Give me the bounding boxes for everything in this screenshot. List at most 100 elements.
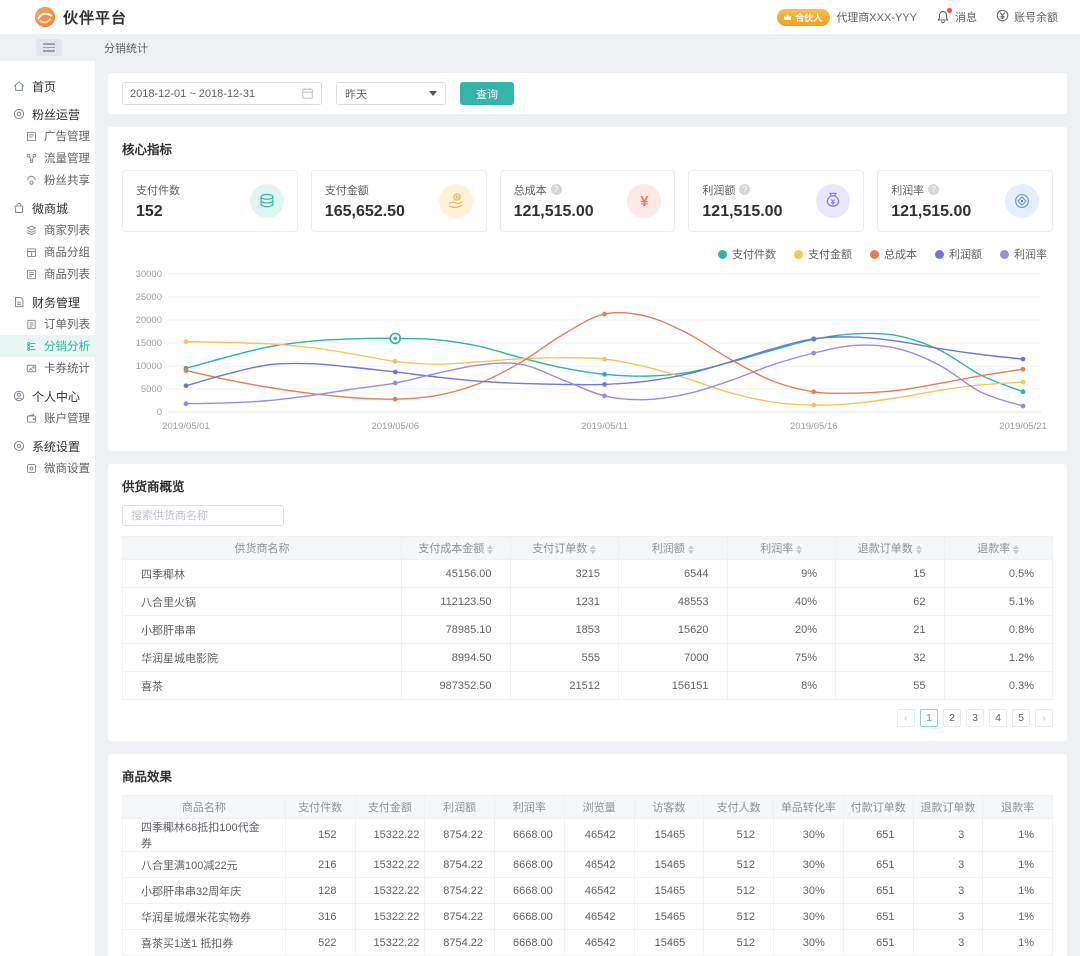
sidebar-collapse-button[interactable] <box>36 39 62 56</box>
legend-item-3[interactable]: 利润额 <box>935 246 982 262</box>
table-cell: 15322.22 <box>354 903 426 930</box>
chart-legend: 支付件数 支付金额 总成本 利润额 利润率 <box>122 246 1053 262</box>
table-cell: 46542 <box>563 903 635 930</box>
table-cell: 1% <box>982 903 1053 930</box>
stat-card-target: 利润率? 121,515.00 <box>877 170 1053 232</box>
table-cell: 8754.22 <box>424 877 495 904</box>
row-name-cell: 八合里火锅 <box>122 587 402 616</box>
table-cell: 651 <box>842 903 914 930</box>
table-cell: 46542 <box>563 818 635 852</box>
table-cell: 1% <box>982 929 1053 956</box>
sidebar-item-label: 商品分组 <box>44 247 90 259</box>
table-header-cell: 浏览量 <box>563 795 635 819</box>
table-header-cell[interactable]: 利润额 <box>618 536 728 560</box>
table-cell: 15322.22 <box>354 851 426 878</box>
sidebar-item-shop-settings[interactable]: 微商设置 <box>0 457 95 479</box>
page-number-4[interactable]: 4 <box>989 709 1007 727</box>
help-icon[interactable]: ? <box>928 184 940 195</box>
sort-icon[interactable] <box>1013 544 1020 554</box>
sidebar-item-orders[interactable]: 订单列表 <box>0 313 95 335</box>
sidebar-item-groups[interactable]: 商品分组 <box>0 241 95 263</box>
line-chart[interactable]: 0 5000 10000 15000 20000 25000 30000 2019/05/01… <box>122 266 1051 436</box>
quick-date-select[interactable]: 昨天 <box>336 82 446 105</box>
legend-item-1[interactable]: 支付金额 <box>794 246 852 262</box>
sort-icon[interactable] <box>915 544 922 554</box>
table-cell: 45156.00 <box>401 559 511 588</box>
sidebar-item-fans[interactable]: 粉丝运营 <box>0 103 95 125</box>
sidebar-item-finance[interactable]: 财务管理 <box>0 291 95 313</box>
stat-label: 利润率 <box>891 184 925 197</box>
page-prev[interactable]: ‹ <box>897 709 915 727</box>
sidebar-item-label: 财务管理 <box>32 295 81 310</box>
legend-item-2[interactable]: 总成本 <box>870 246 917 262</box>
partner-badge: 合伙人 <box>777 8 831 26</box>
date-range-value[interactable] <box>130 87 295 100</box>
agent-name: 代理商XXX-YYY <box>836 12 917 24</box>
sidebar-item-home[interactable]: 首页 <box>0 75 95 97</box>
legend-dot <box>870 249 879 259</box>
date-range-input[interactable] <box>122 82 322 105</box>
table-cell: 3 <box>912 903 984 930</box>
main-content: 昨天 查询 核心指标 支付件数152支付金额165,652.50总成本?121,… <box>95 61 1080 956</box>
settings-icon <box>12 439 26 453</box>
legend-item-4[interactable]: 利润率 <box>1000 246 1047 262</box>
help-icon[interactable]: ? <box>739 184 751 195</box>
sort-icon[interactable] <box>590 544 597 554</box>
stat-value: 165,652.50 <box>324 202 405 220</box>
supplier-search-input[interactable] <box>122 505 284 526</box>
sidebar-item-traffic[interactable]: 流量管理 <box>0 147 95 169</box>
table-cell: 1.2% <box>943 643 1053 672</box>
page-number-1[interactable]: 1 <box>920 709 938 727</box>
table-cell: 8754.22 <box>424 903 495 930</box>
page-next[interactable]: › <box>1035 709 1053 727</box>
legend-item-0[interactable]: 支付件数 <box>718 246 776 262</box>
table-cell: 512 <box>703 903 774 930</box>
yen-icon: ¥ <box>627 184 662 218</box>
sort-icon[interactable] <box>796 544 803 554</box>
hand-coin-icon <box>438 184 473 218</box>
agent-account[interactable]: 合伙人 代理商XXX-YYY <box>777 8 917 26</box>
table-header-cell[interactable]: 支付成本金额 <box>401 536 511 560</box>
sidebar-item-label: 微商设置 <box>44 463 90 475</box>
table-header-cell[interactable]: 退款订单数 <box>835 536 945 560</box>
help-icon[interactable]: ? <box>550 184 562 195</box>
crown-icon <box>784 14 792 20</box>
sidebar-item-wallet[interactable]: 账户管理 <box>0 407 95 429</box>
page-number-3[interactable]: 3 <box>966 709 984 727</box>
table-header-cell: 退款率 <box>982 795 1053 819</box>
table-header-cell[interactable]: 支付订单数 <box>509 536 619 560</box>
sidebar-item-mall[interactable]: 微商城 <box>0 197 95 219</box>
sidebar-item-share[interactable]: 粉丝共享 <box>0 169 95 191</box>
query-button[interactable]: 查询 <box>460 82 514 105</box>
row-name-cell: 八合里满100减22元 <box>122 851 286 878</box>
sidebar-item-ad[interactable]: 广告管理 <box>0 125 95 147</box>
sidebar-item-label: 分销分析 <box>44 341 90 353</box>
page-number-5[interactable]: 5 <box>1012 709 1030 727</box>
table-cell: 15465 <box>633 818 705 852</box>
logo-icon <box>34 6 56 28</box>
row-name-cell: 喜茶 <box>122 671 402 700</box>
sidebar-item-merchants[interactable]: 商家列表 <box>0 219 95 241</box>
sidebar-item-analysis[interactable]: 分销分析 <box>0 335 95 357</box>
sort-icon[interactable] <box>487 544 494 554</box>
notification-dot <box>947 8 952 13</box>
page-number-2[interactable]: 2 <box>943 709 961 727</box>
sort-icon[interactable] <box>687 544 694 554</box>
table-header-cell[interactable]: 退款率 <box>943 536 1053 560</box>
table-cell: 15322.22 <box>354 877 426 904</box>
table-cell: 1% <box>982 877 1053 904</box>
sidebar-item-coupons[interactable]: 卡券统计 <box>0 357 95 379</box>
table-cell: 46542 <box>563 929 635 956</box>
table-header-cell: 商品名称 <box>122 795 286 819</box>
sidebar-item-products[interactable]: 商品列表 <box>0 263 95 285</box>
table-cell: 512 <box>703 929 774 956</box>
sidebar-item-label: 商家列表 <box>44 225 90 237</box>
sidebar-item-settings[interactable]: 系统设置 <box>0 435 95 457</box>
table-header-cell[interactable]: 利润率 <box>726 536 836 560</box>
table-header-cell: 访客数 <box>633 795 705 819</box>
sidebar-item-user[interactable]: 个人中心 <box>0 385 95 407</box>
balance-link[interactable]: 账号余额 <box>995 8 1058 26</box>
table-cell: 216 <box>284 851 356 878</box>
messages-link[interactable]: 消息 <box>935 8 977 25</box>
table-cell: 987352.50 <box>401 671 511 700</box>
